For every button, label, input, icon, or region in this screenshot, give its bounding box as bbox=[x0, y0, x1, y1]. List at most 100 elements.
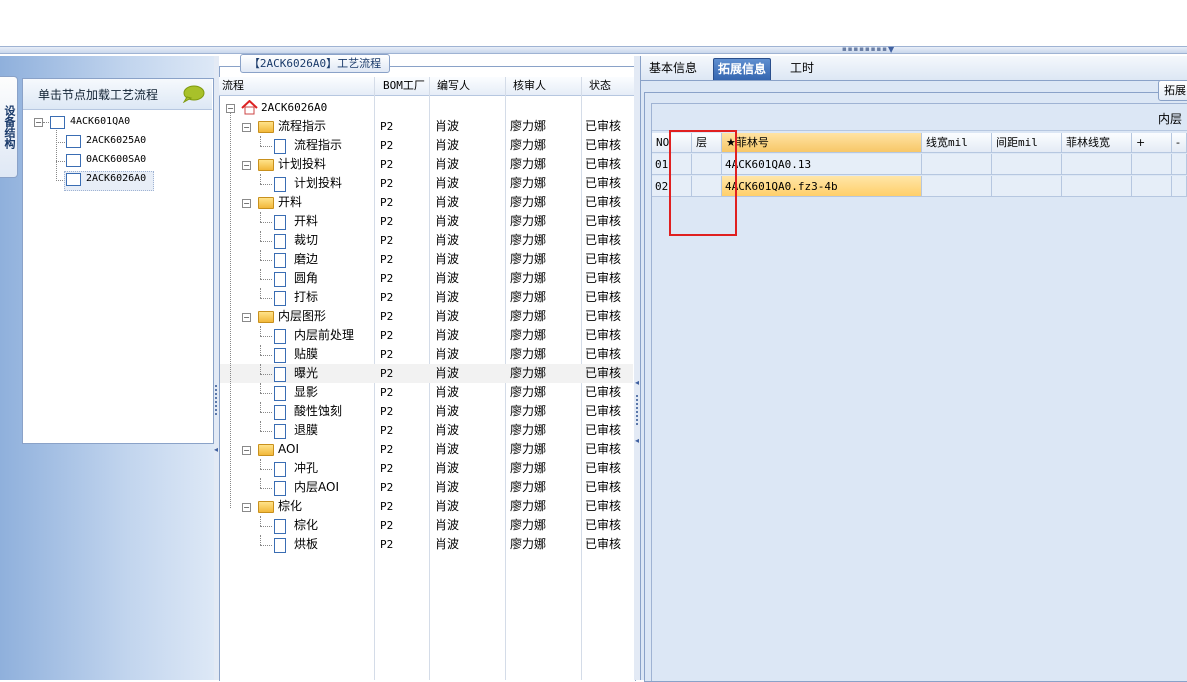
bom-factory: P2 bbox=[380, 234, 394, 247]
bom-factory: P2 bbox=[380, 538, 394, 551]
writer-name: 肖波 bbox=[435, 290, 460, 304]
process-step-name: 内层前处理 bbox=[294, 328, 355, 342]
document-icon bbox=[274, 367, 286, 382]
top-splitter-grip[interactable]: ▪▪▪▪▪▪▪▪ bbox=[842, 46, 887, 53]
bom-factory: P2 bbox=[380, 405, 394, 418]
tree-collapse-icon[interactable]: − bbox=[242, 123, 251, 132]
writer-name: 肖波 bbox=[435, 442, 460, 456]
tree-node-4ACK601QA0[interactable]: 4ACK601QA0 bbox=[70, 114, 130, 130]
process-row[interactable]: 曝光 P2 肖波 廖力娜 已审核 bbox=[220, 364, 633, 383]
process-grid-header bbox=[219, 77, 634, 96]
col-header-flow[interactable]: 流程 bbox=[218, 77, 244, 95]
tree-node-2ACK6025A0[interactable]: 2ACK6025A0 bbox=[86, 133, 146, 149]
node-box-icon bbox=[66, 135, 81, 148]
grid-col-minus[interactable]: - bbox=[1172, 133, 1187, 153]
grid-cell-spacing[interactable] bbox=[992, 154, 1062, 175]
process-row[interactable]: − AOI P2 肖波 廖力娜 已审核 bbox=[220, 440, 633, 459]
collapse-arrow-icon[interactable]: ◂ bbox=[635, 378, 639, 387]
process-row[interactable]: 打标 P2 肖波 廖力娜 已审核 bbox=[220, 288, 633, 307]
reviewer-name: 廖力娜 bbox=[510, 423, 547, 437]
process-row[interactable]: − 流程指示 P2 肖波 廖力娜 已审核 bbox=[220, 117, 633, 136]
grid-col-plus[interactable]: + bbox=[1132, 133, 1172, 153]
process-row[interactable]: − 计划投料 P2 肖波 廖力娜 已审核 bbox=[220, 155, 633, 174]
process-row[interactable]: 开料 P2 肖波 廖力娜 已审核 bbox=[220, 212, 633, 231]
grid-col-line-width[interactable]: 线宽mil bbox=[922, 133, 992, 153]
status-text: 已审核 bbox=[585, 442, 622, 456]
grid-cell-film-no[interactable]: 4ACK601QA0.fz3-4b bbox=[722, 176, 922, 197]
document-icon bbox=[274, 291, 286, 306]
grid-cell-film-line-width[interactable] bbox=[1062, 176, 1132, 197]
grid-col-spacing[interactable]: 间距mil bbox=[992, 133, 1062, 153]
col-header-status[interactable]: 状态 bbox=[585, 77, 611, 95]
document-icon bbox=[274, 329, 286, 344]
process-row[interactable]: 酸性蚀刻 P2 肖波 廖力娜 已审核 bbox=[220, 402, 633, 421]
tab-extended-info[interactable]: 拓展信息 bbox=[713, 58, 772, 80]
process-row[interactable]: 内层前处理 P2 肖波 廖力娜 已审核 bbox=[220, 326, 633, 345]
grid-cell-plus[interactable] bbox=[1132, 176, 1172, 197]
process-row[interactable]: 冲孔 P2 肖波 廖力娜 已审核 bbox=[220, 459, 633, 478]
process-row[interactable]: − 棕化 P2 肖波 廖力娜 已审核 bbox=[220, 497, 633, 516]
grid-cell-line-width[interactable] bbox=[922, 154, 992, 175]
home-icon bbox=[241, 100, 258, 115]
reviewer-name: 廖力娜 bbox=[510, 309, 547, 323]
grid-cell-spacing[interactable] bbox=[992, 176, 1062, 197]
expand-arrow-icon[interactable]: ◂ bbox=[635, 436, 639, 445]
process-row[interactable]: 棕化 P2 肖波 廖力娜 已审核 bbox=[220, 516, 633, 535]
process-row[interactable]: − 内层图形 P2 肖波 廖力娜 已审核 bbox=[220, 307, 633, 326]
tree-node-2ACK6026A0[interactable]: 2ACK6026A0 bbox=[86, 171, 146, 187]
process-row[interactable]: 磨边 P2 肖波 廖力娜 已审核 bbox=[220, 250, 633, 269]
process-step-name: 酸性蚀刻 bbox=[294, 404, 343, 418]
grid-cell-film-no[interactable]: 4ACK601QA0.13 bbox=[722, 154, 922, 175]
document-icon bbox=[274, 538, 286, 553]
collapse-arrow-icon[interactable]: ▼ bbox=[888, 46, 896, 54]
process-row[interactable]: 退膜 P2 肖波 廖力娜 已审核 bbox=[220, 421, 633, 440]
bom-factory: P2 bbox=[380, 158, 394, 171]
folder-icon bbox=[258, 197, 274, 209]
process-row[interactable]: 圆角 P2 肖波 廖力娜 已审核 bbox=[220, 269, 633, 288]
tree-collapse-icon[interactable]: − bbox=[34, 118, 43, 127]
process-row[interactable]: 烘板 P2 肖波 廖力娜 已审核 bbox=[220, 535, 633, 554]
process-step-name: 开料 bbox=[294, 214, 319, 228]
tab-device-structure[interactable]: 设备结构 bbox=[0, 76, 18, 178]
status-text: 已审核 bbox=[585, 537, 622, 551]
collapse-left-arrow-icon[interactable]: ◂ bbox=[214, 445, 218, 454]
col-header-writer[interactable]: 编写人 bbox=[433, 77, 470, 95]
reviewer-name: 廖力娜 bbox=[510, 195, 547, 209]
process-row[interactable]: − 开料 P2 肖波 廖力娜 已审核 bbox=[220, 193, 633, 212]
process-row[interactable]: 裁切 P2 肖波 廖力娜 已审核 bbox=[220, 231, 633, 250]
reviewer-name: 廖力娜 bbox=[510, 214, 547, 228]
tree-node-0ACK600SA0[interactable]: 0ACK600SA0 bbox=[86, 152, 146, 168]
grid-cell-film-line-width[interactable] bbox=[1062, 154, 1132, 175]
process-row[interactable]: 内层AOI P2 肖波 廖力娜 已审核 bbox=[220, 478, 633, 497]
tree-collapse-icon[interactable]: − bbox=[242, 161, 251, 170]
grid-cell-minus[interactable] bbox=[1172, 154, 1187, 175]
status-text: 已审核 bbox=[585, 518, 622, 532]
extend-button[interactable]: 拓展 bbox=[1158, 80, 1187, 101]
grid-cell-plus[interactable] bbox=[1132, 154, 1172, 175]
process-row[interactable]: 显影 P2 肖波 廖力娜 已审核 bbox=[220, 383, 633, 402]
col-header-reviewer[interactable]: 核审人 bbox=[509, 77, 546, 95]
status-text: 已审核 bbox=[585, 404, 622, 418]
grid-col-film-no[interactable]: ★菲林号 bbox=[722, 133, 922, 153]
process-step-name: 流程指示 bbox=[294, 138, 343, 152]
bom-factory: P2 bbox=[380, 348, 394, 361]
tab-basic-info[interactable]: 基本信息 bbox=[645, 58, 701, 79]
tree-collapse-icon[interactable]: − bbox=[242, 503, 251, 512]
tab-work-hours[interactable]: 工时 bbox=[786, 58, 818, 79]
tree-collapse-icon[interactable]: − bbox=[242, 313, 251, 322]
grid-cell-minus[interactable] bbox=[1172, 176, 1187, 197]
tree-collapse-icon[interactable]: − bbox=[242, 446, 251, 455]
status-text: 已审核 bbox=[585, 328, 622, 342]
top-splitter[interactable] bbox=[0, 46, 1187, 54]
grid-cell-line-width[interactable] bbox=[922, 176, 992, 197]
process-root[interactable]: 2ACK6026A0 bbox=[261, 101, 327, 115]
tree-collapse-icon[interactable]: − bbox=[242, 199, 251, 208]
grid-col-film-line-width[interactable]: 菲林线宽 bbox=[1062, 133, 1132, 153]
process-row[interactable]: 贴膜 P2 肖波 廖力娜 已审核 bbox=[220, 345, 633, 364]
process-row[interactable]: 计划投料 P2 肖波 廖力娜 已审核 bbox=[220, 174, 633, 193]
middle-splitter[interactable] bbox=[634, 56, 641, 680]
bom-factory: P2 bbox=[380, 443, 394, 456]
process-row[interactable]: 流程指示 P2 肖波 廖力娜 已审核 bbox=[220, 136, 633, 155]
col-header-bom[interactable]: BOM工厂 bbox=[379, 77, 425, 95]
bom-factory: P2 bbox=[380, 424, 394, 437]
